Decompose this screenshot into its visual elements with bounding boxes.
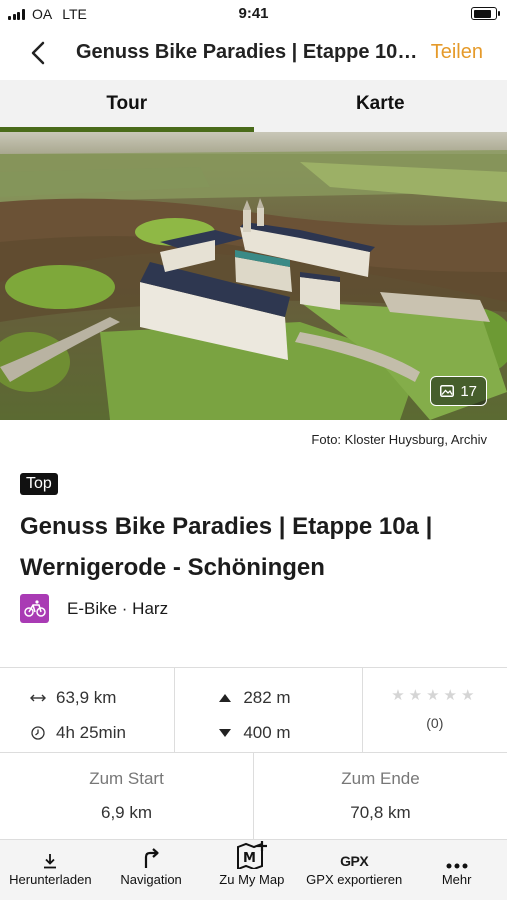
rating-star: ★ (408, 687, 427, 704)
to-start-distance: 6,9 km (100, 803, 153, 822)
stat-distance: 63,9 km (30, 680, 174, 715)
chevron-left-icon (31, 41, 45, 65)
to-end-distance: 70,8 km (350, 803, 411, 822)
distance-value: 63,9 km (56, 687, 117, 707)
distance-arrows-icon (30, 690, 46, 706)
gpx-export-button[interactable]: GPX GPX exportieren (302, 840, 406, 900)
rating-star: ★ (426, 687, 444, 704)
download-label: Herunterladen (9, 872, 92, 887)
download-icon (44, 854, 57, 869)
page-title: Genuss Bike Paradies | Etappe 10a | Wern… (76, 41, 421, 63)
start-end-section: Zum Start 6,9 km Zum Ende 70,8 km (0, 753, 507, 839)
descent-triangle-icon (217, 725, 233, 741)
to-start-button[interactable]: Zum Start 6,9 km (0, 753, 254, 839)
gpx-export-label: GPX exportieren (306, 872, 403, 887)
stat-column-distance: 63,9 km 4h 25min (0, 668, 176, 752)
to-end-label: Zum Ende (341, 769, 420, 788)
to-end-button[interactable]: Zum Ende 70,8 km (254, 753, 507, 839)
more-button[interactable]: Mehr (406, 840, 507, 900)
turn-right-arrow-icon (144, 848, 159, 868)
tab-karte[interactable]: Karte (254, 80, 507, 132)
photo-count: 17 (460, 382, 477, 400)
more-dots-icon (446, 863, 468, 869)
duration-value: 4h 25min (56, 722, 126, 742)
tab-tour[interactable]: Tour (0, 80, 254, 132)
rating-star: ★ (443, 687, 461, 704)
category-label: E-Bike · Harz (67, 598, 169, 618)
navigation-label: Navigation (120, 872, 182, 887)
clock-icon (30, 725, 46, 741)
photo-gallery-button[interactable]: 17 (430, 376, 487, 406)
rating-star: ★ (391, 687, 409, 704)
hero-image[interactable]: 17 (0, 132, 507, 420)
back-button[interactable] (24, 38, 54, 68)
share-button[interactable]: Teilen (431, 41, 483, 64)
download-button[interactable]: Herunterladen (0, 840, 101, 900)
ascent-value: 282 m (243, 687, 291, 707)
top-badge: Top (20, 473, 58, 495)
bottom-toolbar: Herunterladen Navigation M Zu My Map GPX… (0, 839, 507, 900)
add-to-my-map-label: Zu My Map (219, 872, 285, 887)
navigation-button[interactable]: Navigation (101, 840, 202, 900)
tab-bar: Tour Karte (0, 80, 507, 132)
ebike-icon (20, 594, 49, 623)
status-bar: OA LTE 9:41 (0, 0, 507, 28)
add-to-my-map-button[interactable]: M Zu My Map (201, 840, 302, 900)
gpx-icon: GPX (340, 853, 369, 869)
stat-ascent: 282 m (217, 680, 361, 715)
more-label: Mehr (441, 872, 472, 887)
clock: 9:41 (238, 5, 269, 22)
to-start-label: Zum Start (89, 769, 164, 788)
stat-descent: 400 m (217, 715, 361, 750)
stat-column-rating[interactable]: ★★★★★ (0) (363, 668, 507, 752)
map-add-icon: M (236, 841, 267, 869)
stat-column-elevation: 282 m 400 m (175, 668, 363, 752)
rating-count: (0) (426, 715, 444, 731)
tour-stats: 63,9 km 4h 25min 282 m 400 m ★★★★★ (0) (0, 667, 507, 753)
descent-value: 400 m (243, 722, 291, 742)
nav-header: Genuss Bike Paradies | Etappe 10a | Wern… (0, 28, 507, 80)
category-row: E-Bike · Harz (20, 594, 168, 623)
rating-stars: ★★★★★ (363, 680, 507, 715)
image-icon (440, 385, 455, 397)
ascent-triangle-icon (217, 690, 233, 706)
svg-text:M: M (243, 851, 256, 866)
photo-credit: Foto: Kloster Huysburg, Archiv (311, 432, 487, 447)
battery-level (473, 9, 491, 18)
stat-duration: 4h 25min (30, 715, 174, 750)
rating-star: ★ (461, 687, 479, 704)
tour-title: Genuss Bike Paradies | Etappe 10a | Wern… (20, 513, 433, 581)
battery-icon (471, 7, 500, 20)
